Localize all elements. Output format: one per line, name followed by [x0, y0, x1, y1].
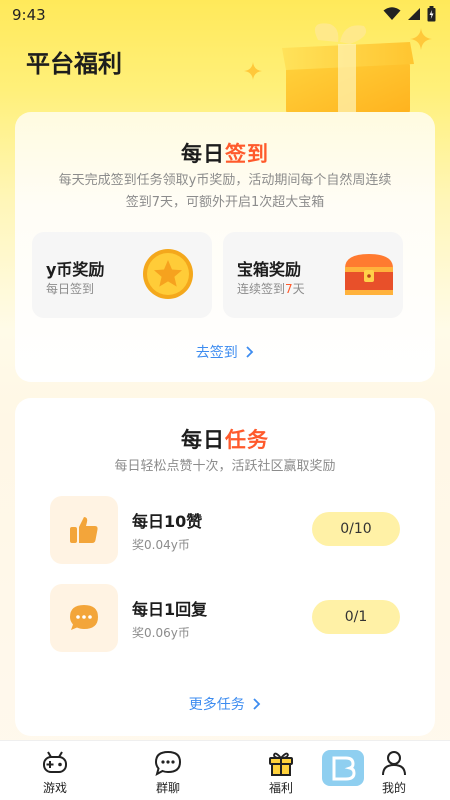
tab-welfare[interactable]: 福利	[236, 741, 326, 800]
battery-icon	[427, 6, 436, 22]
checkin-card: 每日签到 每天完成签到任务领取y币奖励，活动期间每个自然周连续 签到7天，可额外…	[15, 112, 435, 382]
treasure-reward-subtitle: 连续签到7天	[237, 280, 305, 297]
person-icon	[382, 751, 406, 776]
treasure-subtitle-days: 7	[285, 282, 293, 296]
go-checkin-label: 去签到	[195, 345, 238, 361]
tasks-card: 每日任务 每日轻松点赞十次，活跃社区赢取奖励 每日10赞 奖0.04y币 0/1…	[15, 398, 435, 736]
gift-icon	[269, 752, 293, 776]
tab-games-label: 游戏	[42, 781, 67, 795]
tab-group-chat-label: 群聊	[155, 781, 180, 795]
gamepad-icon	[43, 751, 67, 773]
tasks-title-accent: 任务	[225, 428, 269, 452]
tasks-title-plain: 每日	[181, 428, 225, 452]
tab-welfare-label: 福利	[268, 781, 293, 795]
thumbs-up-icon	[70, 517, 98, 543]
treasure-chest-icon	[345, 254, 393, 295]
wifi-icon	[383, 7, 401, 20]
go-checkin-link[interactable]: 去签到	[15, 342, 435, 362]
task-name: 每日10赞	[132, 512, 203, 531]
page-title: 平台福利	[26, 50, 122, 78]
coin-reward-title: y币奖励	[46, 260, 105, 279]
treasure-subtitle-prefix: 连续签到	[237, 282, 286, 296]
watermark-logo	[322, 750, 364, 786]
task-progress-pill[interactable]: 0/10	[312, 512, 400, 546]
coin-reward-box: y币奖励 每日签到	[32, 232, 212, 318]
chat-bubble-icon	[70, 605, 98, 630]
chevron-right-icon	[246, 346, 254, 358]
tasks-title: 每日任务	[15, 424, 435, 454]
signal-icon	[408, 8, 420, 20]
treasure-reward-title: 宝箱奖励	[237, 260, 302, 279]
tab-games[interactable]: 游戏	[10, 741, 100, 800]
checkin-title-accent: 签到	[225, 142, 269, 166]
more-tasks-label: 更多任务	[188, 697, 245, 713]
gift-box-illustration	[282, 23, 414, 116]
treasure-subtitle-suffix: 天	[292, 282, 305, 296]
chat-icon	[154, 750, 182, 777]
watermark-icon	[332, 756, 356, 781]
task-row: 每日1回复 奖0.06y币 0/1	[50, 584, 406, 654]
task-reward: 奖0.06y币	[132, 626, 190, 640]
task-icon-box	[50, 496, 118, 564]
status-time: 9:43	[12, 6, 46, 24]
task-row: 每日10赞 奖0.04y币 0/10	[50, 496, 406, 566]
task-progress-pill[interactable]: 0/1	[312, 600, 400, 634]
tab-group-chat[interactable]: 群聊	[123, 741, 213, 800]
task-reward: 奖0.04y币	[132, 538, 190, 552]
more-tasks-link[interactable]: 更多任务	[15, 694, 435, 714]
tasks-description: 每日轻松点赞十次，活跃社区赢取奖励	[114, 459, 336, 474]
task-name: 每日1回复	[132, 600, 208, 619]
bottom-tab-bar: 游戏 群聊 福利 我的	[0, 740, 450, 800]
task-icon-box	[50, 584, 118, 652]
checkin-desc-line1: 每天完成签到任务领取y币奖励，活动期间每个自然周连续	[58, 173, 392, 188]
gold-coin-icon	[143, 249, 193, 299]
sparkle-icon	[244, 62, 262, 80]
checkin-desc-line2: 签到7天，可额外开启1次超大宝箱	[125, 195, 325, 210]
chevron-right-icon	[253, 698, 261, 710]
checkin-description: 每天完成签到任务领取y币奖励，活动期间每个自然周连续 签到7天，可额外开启1次超…	[35, 170, 415, 214]
checkin-title: 每日签到	[15, 138, 435, 168]
checkin-title-plain: 每日	[181, 142, 225, 166]
coin-reward-subtitle: 每日签到	[46, 282, 95, 296]
treasure-reward-box: 宝箱奖励 连续签到7天	[223, 232, 403, 318]
